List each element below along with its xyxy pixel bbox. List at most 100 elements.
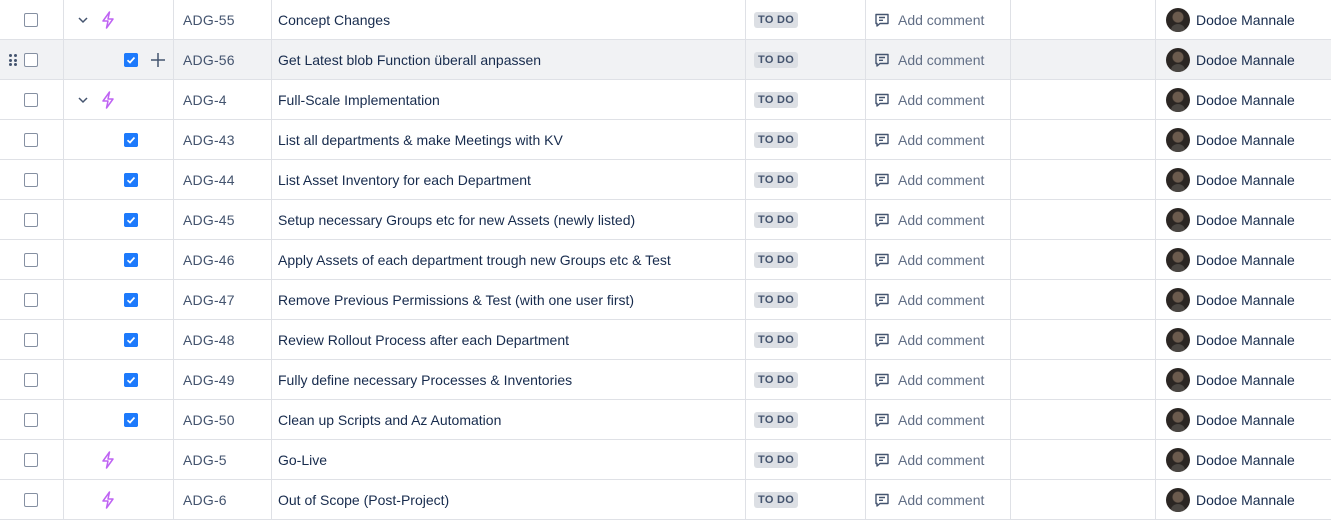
empty-cell[interactable] — [1011, 280, 1156, 319]
status-badge[interactable]: TO DO — [754, 291, 799, 308]
assignee-cell[interactable]: Dodoe Mannale — [1156, 360, 1331, 399]
status-cell[interactable]: TO DO — [746, 320, 866, 359]
status-cell[interactable]: TO DO — [746, 360, 866, 399]
assignee-cell[interactable]: Dodoe Mannale — [1156, 280, 1331, 319]
issue-key[interactable]: ADG-46 — [174, 240, 272, 279]
assignee-cell[interactable]: Dodoe Mannale — [1156, 0, 1331, 39]
status-badge[interactable]: TO DO — [754, 11, 799, 28]
issue-summary[interactable]: Get Latest blob Function überall anpasse… — [272, 40, 746, 79]
issue-summary[interactable]: Out of Scope (Post-Project) — [272, 480, 746, 519]
status-cell[interactable]: TO DO — [746, 400, 866, 439]
issue-key[interactable]: ADG-45 — [174, 200, 272, 239]
row-checkbox[interactable] — [24, 172, 38, 187]
status-badge[interactable]: TO DO — [754, 171, 799, 188]
add-comment-button[interactable]: Add comment — [866, 360, 1011, 399]
issue-summary[interactable]: Full-Scale Implementation — [272, 80, 746, 119]
issue-key[interactable]: ADG-6 — [174, 480, 272, 519]
table-row[interactable]: ADG-50 Clean up Scripts and Az Automatio… — [0, 400, 1331, 440]
empty-cell[interactable] — [1011, 0, 1156, 39]
table-row[interactable]: ADG-45 Setup necessary Groups etc for ne… — [0, 200, 1331, 240]
issue-key[interactable]: ADG-4 — [174, 80, 272, 119]
issue-summary[interactable]: List Asset Inventory for each Department — [272, 160, 746, 199]
add-comment-button[interactable]: Add comment — [866, 200, 1011, 239]
empty-cell[interactable] — [1011, 120, 1156, 159]
empty-cell[interactable] — [1011, 400, 1156, 439]
add-comment-button[interactable]: Add comment — [866, 80, 1011, 119]
plus-icon[interactable] — [150, 52, 166, 68]
status-cell[interactable]: TO DO — [746, 240, 866, 279]
status-cell[interactable]: TO DO — [746, 200, 866, 239]
status-cell[interactable]: TO DO — [746, 120, 866, 159]
chevron-down-icon[interactable] — [76, 93, 90, 107]
row-checkbox[interactable] — [24, 372, 38, 387]
status-cell[interactable]: TO DO — [746, 280, 866, 319]
issue-summary[interactable]: List all departments & make Meetings wit… — [272, 120, 746, 159]
status-badge[interactable]: TO DO — [754, 91, 799, 108]
issue-key[interactable]: ADG-56 — [174, 40, 272, 79]
table-row[interactable]: ADG-5 Go-Live TO DO Add comment Dodoe Ma… — [0, 440, 1331, 480]
table-row[interactable]: ADG-47 Remove Previous Permissions & Tes… — [0, 280, 1331, 320]
assignee-cell[interactable]: Dodoe Mannale — [1156, 160, 1331, 199]
empty-cell[interactable] — [1011, 160, 1156, 199]
status-cell[interactable]: TO DO — [746, 0, 866, 39]
issue-key[interactable]: ADG-55 — [174, 0, 272, 39]
issue-key[interactable]: ADG-48 — [174, 320, 272, 359]
assignee-cell[interactable]: Dodoe Mannale — [1156, 80, 1331, 119]
row-checkbox[interactable] — [24, 492, 38, 507]
issue-summary[interactable]: Fully define necessary Processes & Inven… — [272, 360, 746, 399]
issue-summary[interactable]: Remove Previous Permissions & Test (with… — [272, 280, 746, 319]
status-badge[interactable]: TO DO — [754, 491, 799, 508]
status-cell[interactable]: TO DO — [746, 480, 866, 519]
status-badge[interactable]: TO DO — [754, 131, 799, 148]
table-row[interactable]: ADG-43 List all departments & make Meeti… — [0, 120, 1331, 160]
table-row[interactable]: ADG-4 Full-Scale Implementation TO DO Ad… — [0, 80, 1331, 120]
status-badge[interactable]: TO DO — [754, 371, 799, 388]
drag-handle-icon[interactable] — [9, 54, 19, 66]
empty-cell[interactable] — [1011, 240, 1156, 279]
status-cell[interactable]: TO DO — [746, 440, 866, 479]
status-cell[interactable]: TO DO — [746, 40, 866, 79]
status-badge[interactable]: TO DO — [754, 411, 799, 428]
row-checkbox[interactable] — [24, 412, 38, 427]
issue-summary[interactable]: Go-Live — [272, 440, 746, 479]
add-comment-button[interactable]: Add comment — [866, 240, 1011, 279]
table-row[interactable]: ADG-48 Review Rollout Process after each… — [0, 320, 1331, 360]
assignee-cell[interactable]: Dodoe Mannale — [1156, 200, 1331, 239]
add-comment-button[interactable]: Add comment — [866, 400, 1011, 439]
issue-key[interactable]: ADG-5 — [174, 440, 272, 479]
assignee-cell[interactable]: Dodoe Mannale — [1156, 480, 1331, 519]
issue-summary[interactable]: Concept Changes — [272, 0, 746, 39]
row-checkbox[interactable] — [24, 132, 38, 147]
status-cell[interactable]: TO DO — [746, 80, 866, 119]
empty-cell[interactable] — [1011, 200, 1156, 239]
status-cell[interactable]: TO DO — [746, 160, 866, 199]
issue-summary[interactable]: Clean up Scripts and Az Automation — [272, 400, 746, 439]
empty-cell[interactable] — [1011, 360, 1156, 399]
issue-summary[interactable]: Review Rollout Process after each Depart… — [272, 320, 746, 359]
empty-cell[interactable] — [1011, 440, 1156, 479]
assignee-cell[interactable]: Dodoe Mannale — [1156, 120, 1331, 159]
chevron-down-icon[interactable] — [76, 13, 90, 27]
empty-cell[interactable] — [1011, 480, 1156, 519]
table-row[interactable]: ADG-44 List Asset Inventory for each Dep… — [0, 160, 1331, 200]
row-checkbox[interactable] — [24, 212, 38, 227]
assignee-cell[interactable]: Dodoe Mannale — [1156, 440, 1331, 479]
table-row[interactable]: ADG-49 Fully define necessary Processes … — [0, 360, 1331, 400]
table-row[interactable]: ADG-46 Apply Assets of each department t… — [0, 240, 1331, 280]
row-checkbox[interactable] — [24, 332, 38, 347]
issue-summary[interactable]: Apply Assets of each department trough n… — [272, 240, 746, 279]
assignee-cell[interactable]: Dodoe Mannale — [1156, 400, 1331, 439]
table-row[interactable]: ADG-6 Out of Scope (Post-Project) TO DO … — [0, 480, 1331, 520]
row-checkbox[interactable] — [24, 452, 38, 467]
row-checkbox[interactable] — [24, 52, 38, 67]
assignee-cell[interactable]: Dodoe Mannale — [1156, 40, 1331, 79]
table-row[interactable]: ADG-55 Concept Changes TO DO Add comment… — [0, 0, 1331, 40]
empty-cell[interactable] — [1011, 40, 1156, 79]
row-checkbox[interactable] — [24, 12, 38, 27]
issue-key[interactable]: ADG-43 — [174, 120, 272, 159]
status-badge[interactable]: TO DO — [754, 211, 799, 228]
status-badge[interactable]: TO DO — [754, 51, 799, 68]
add-comment-button[interactable]: Add comment — [866, 480, 1011, 519]
empty-cell[interactable] — [1011, 80, 1156, 119]
status-badge[interactable]: TO DO — [754, 451, 799, 468]
